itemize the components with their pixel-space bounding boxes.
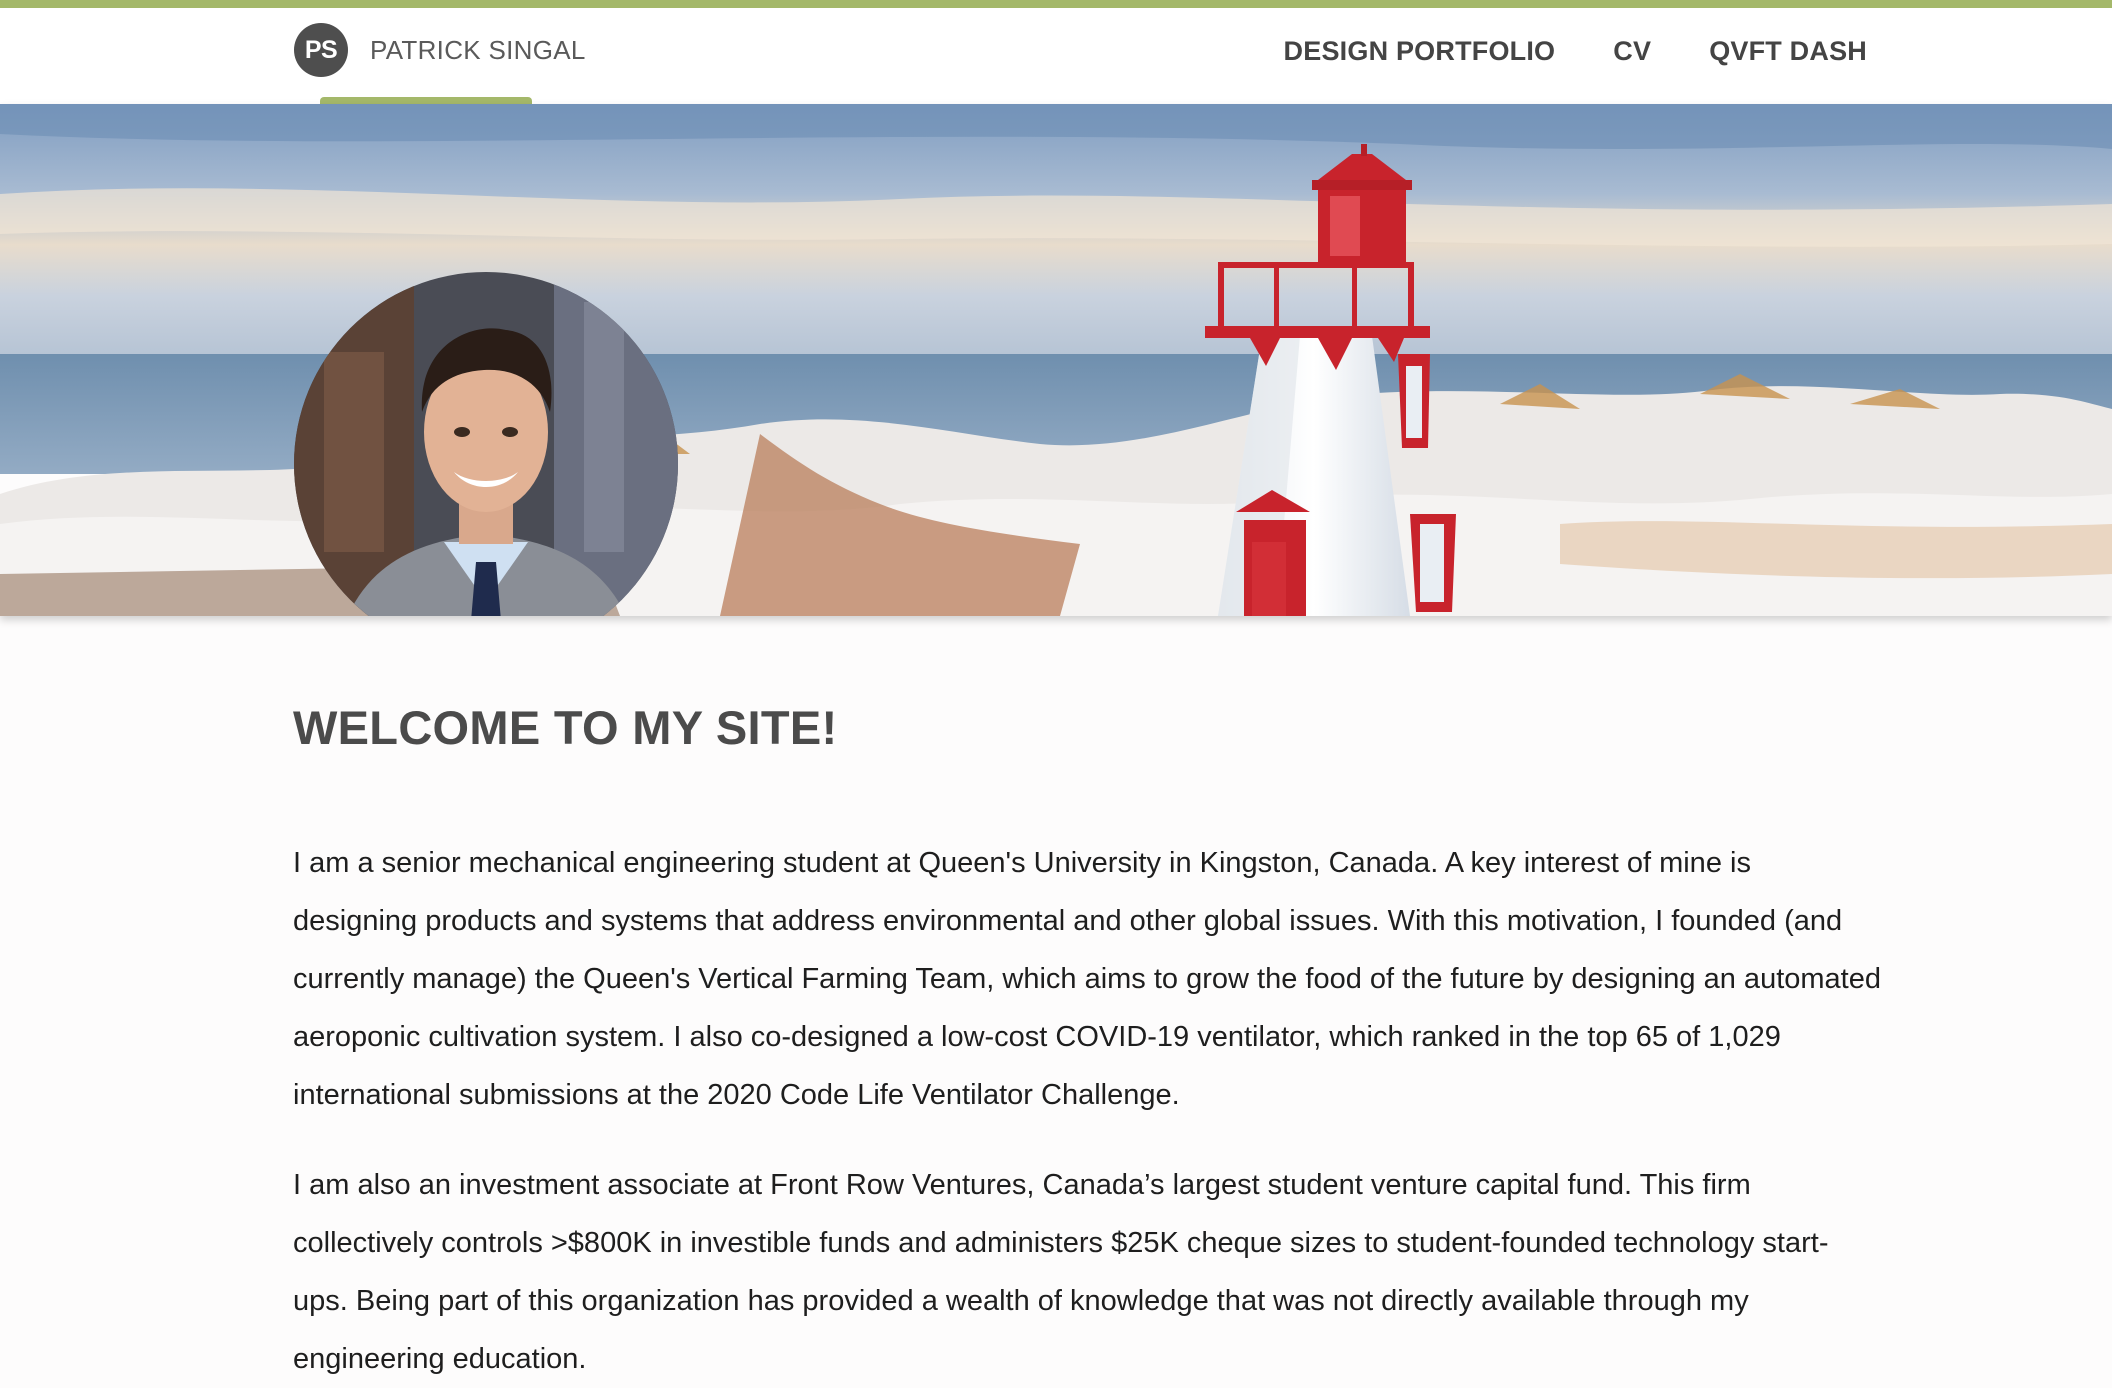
accent-top-bar [0,0,2112,8]
intro-paragraph: I am a senior mechanical engineering stu… [293,847,1881,1111]
main-content: WELCOME TO MY SITE! I am a senior mechan… [293,700,1881,1388]
nav-link-cv[interactable]: CV [1613,36,1651,67]
nav-link-qvft-dash[interactable]: QVFT DASH [1709,36,1867,67]
site-header: PS PATRICK SINGAL DESIGN PORTFOLIO CV QV… [0,8,2112,105]
main-nav: DESIGN PORTFOLIO CV QVFT DASH [1284,36,1867,67]
logo-initials: PS [304,35,338,64]
site-name: PATRICK SINGAL [370,34,586,65]
investment-paragraph: I am also an investment associate at Fro… [293,1169,1829,1375]
logo-badge: PS [294,23,348,77]
home-link[interactable]: PS PATRICK SINGAL [294,22,586,78]
nav-link-design-portfolio[interactable]: DESIGN PORTFOLIO [1284,36,1556,67]
page-title: WELCOME TO MY SITE! [293,701,838,754]
hero-banner [0,104,2112,616]
